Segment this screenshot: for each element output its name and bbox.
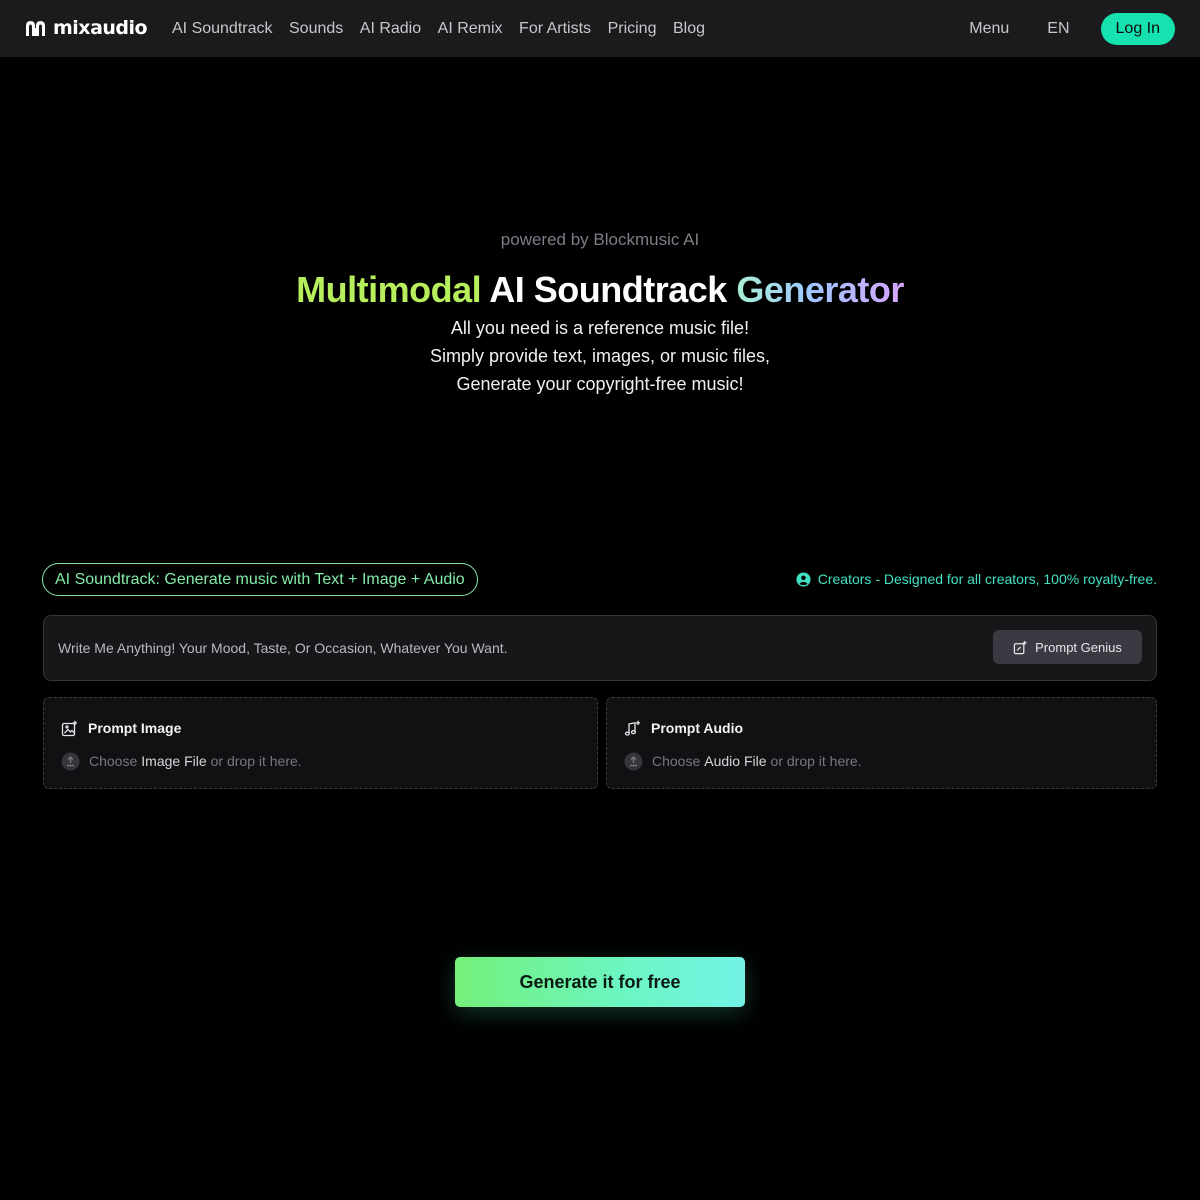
upload-icon	[61, 752, 80, 770]
brand-name: mixaudio	[53, 17, 148, 39]
menu-link[interactable]: Menu	[969, 20, 1009, 38]
title-part-ai-soundtrack: AI Soundtrack	[489, 269, 727, 310]
choose-image-file-link[interactable]: Image File	[141, 753, 206, 769]
prompt-image-instructions: Choose Image File or drop it here.	[61, 751, 302, 771]
creators-note: Creators - Designed for all creators, 10…	[796, 569, 1157, 589]
subtitle-line-2: Simply provide text, images, or music fi…	[429, 346, 771, 366]
prompt-box: Prompt Genius	[43, 615, 1157, 681]
subtitle-line-3: Generate your copyright-free music!	[456, 374, 744, 394]
creators-text: Creators - Designed for all creators, 10…	[817, 571, 1157, 587]
prompt-audio-instructions: Choose Audio File or drop it here.	[624, 751, 862, 771]
mixaudio-logo[interactable]: mixaudio	[25, 17, 148, 39]
header-actions: Menu EN Log In	[969, 0, 1175, 57]
choose-prefix: Choose	[89, 753, 138, 769]
nav-item-ai-radio[interactable]: AI Radio	[360, 20, 421, 38]
prompt-audio-title: Prompt Audio	[651, 720, 744, 736]
drop-hint: or drop it here.	[210, 753, 302, 769]
language-selector[interactable]: EN	[1047, 20, 1069, 38]
prompt-genius-label: Prompt Genius	[1035, 639, 1122, 655]
prompt-input[interactable]	[58, 616, 958, 680]
subtitle-line-1: All you need is a reference music file!	[450, 318, 750, 338]
prompt-audio-dropzone[interactable]: Prompt Audio Choose Audio File or drop i…	[606, 697, 1157, 789]
prompt-image-title: Prompt Image	[88, 720, 182, 736]
choose-prefix: Choose	[652, 753, 701, 769]
nav-item-blog[interactable]: Blog	[673, 20, 705, 38]
prompt-image-header: Prompt Image	[61, 718, 181, 738]
prompt-image-dropzone[interactable]: Prompt Image Choose Image File or drop i…	[43, 697, 598, 789]
music-note-add-icon	[624, 720, 640, 736]
generate-button[interactable]: Generate it for free	[455, 957, 745, 1007]
choose-audio-file-link[interactable]: Audio File	[704, 753, 766, 769]
page-title: Multimodal AI Soundtrack Generator	[0, 270, 1200, 310]
prompt-genius-button[interactable]: Prompt Genius	[993, 630, 1142, 664]
top-navigation-bar: mixaudio AI Soundtrack Sounds AI Radio A…	[0, 0, 1200, 57]
nav-item-ai-soundtrack[interactable]: AI Soundtrack	[172, 20, 273, 38]
upload-icon	[624, 752, 643, 770]
hero-section: powered by Blockmusic AI Multimodal AI S…	[0, 228, 1200, 398]
nav-item-sounds[interactable]: Sounds	[289, 20, 343, 38]
drop-hint: or drop it here.	[770, 753, 862, 769]
user-circle-icon	[796, 571, 811, 587]
login-button[interactable]: Log In	[1100, 12, 1175, 45]
title-part-generator: Generator	[736, 269, 904, 310]
hero-subtitle: All you need is a reference music file! …	[0, 314, 1200, 398]
magic-edit-icon	[1013, 640, 1027, 654]
nav-item-for-artists[interactable]: For Artists	[519, 20, 591, 38]
nav-item-pricing[interactable]: Pricing	[608, 20, 657, 38]
title-part-multimodal: Multimodal	[296, 269, 482, 310]
nav-item-ai-remix[interactable]: AI Remix	[438, 20, 503, 38]
main-nav: AI Soundtrack Sounds AI Radio AI Remix F…	[172, 0, 722, 57]
mixaudio-logo-icon	[26, 21, 45, 36]
powered-by-text: powered by Blockmusic AI	[500, 230, 700, 249]
prompt-audio-header: Prompt Audio	[624, 718, 743, 738]
ai-soundtrack-tag: AI Soundtrack: Generate music with Text …	[42, 563, 478, 596]
image-add-icon	[61, 720, 77, 736]
